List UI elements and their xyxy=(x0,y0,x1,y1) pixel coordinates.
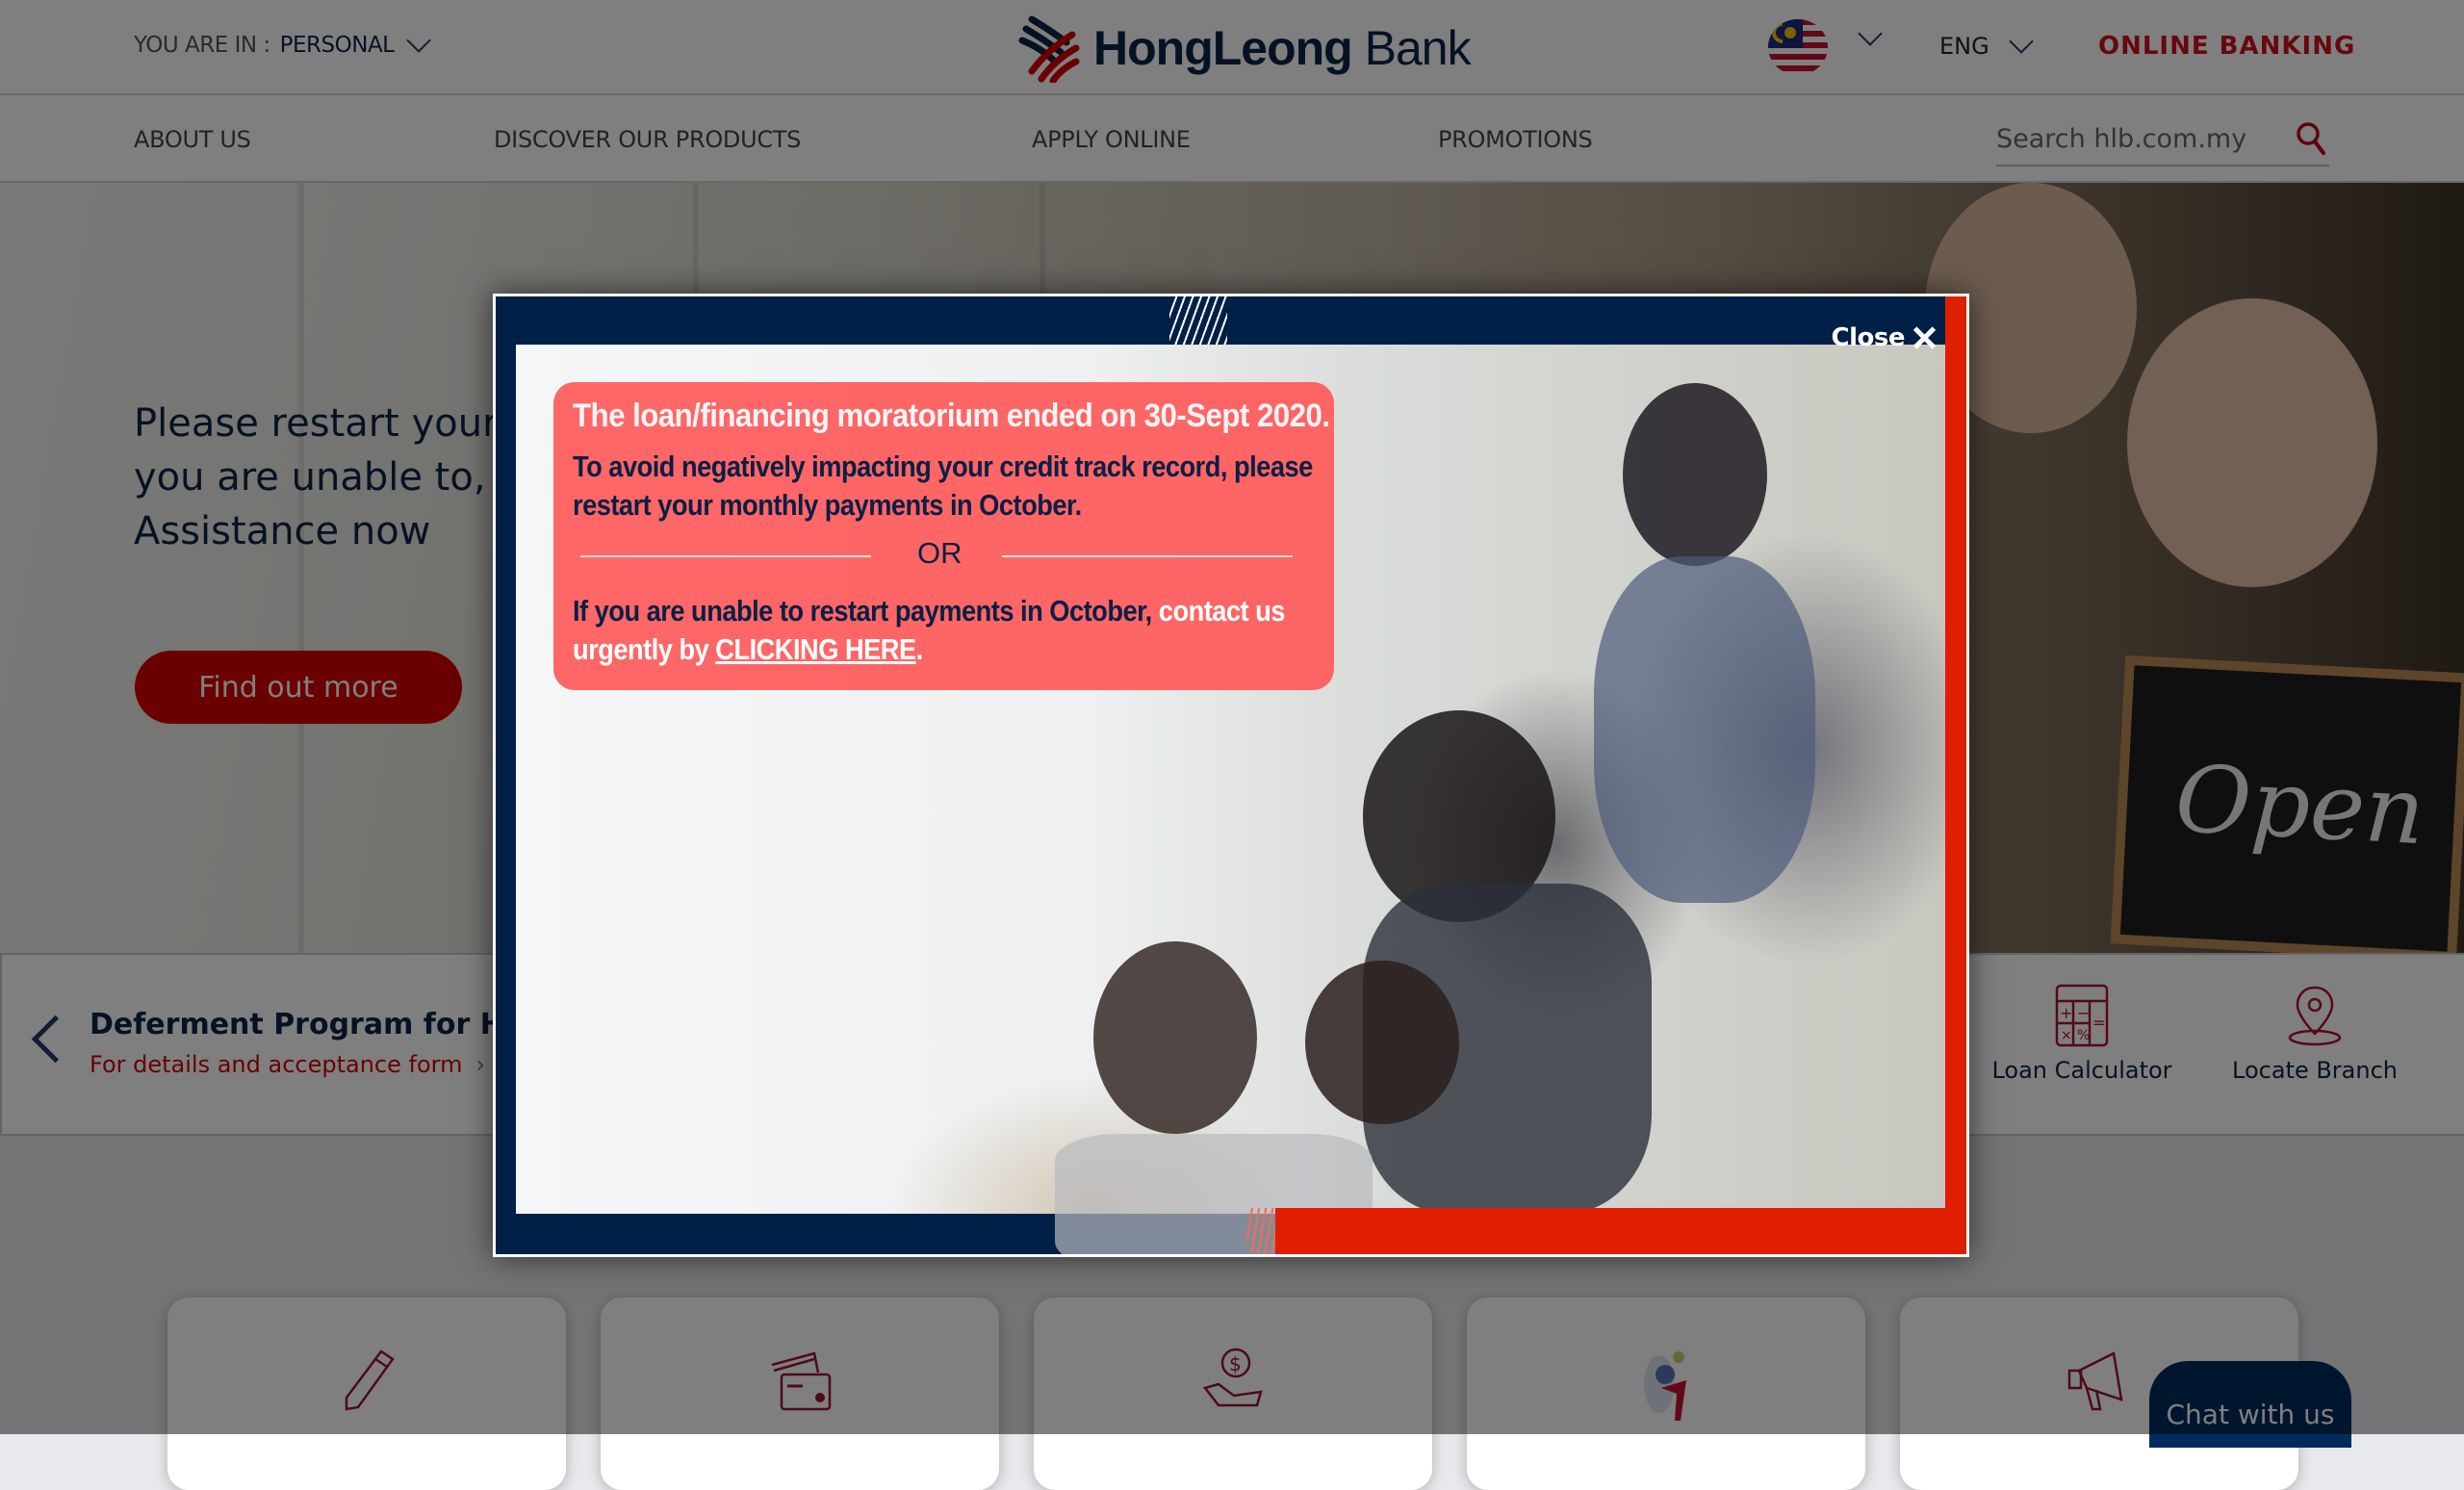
decorative-stripes xyxy=(1169,296,1227,345)
promo-banner[interactable]: The loan/financing moratorium ended on 3… xyxy=(496,296,1966,1254)
red-accent-right xyxy=(1945,296,1966,1254)
moratorium-popup: The loan/financing moratorium ended on 3… xyxy=(493,294,1969,1257)
close-button[interactable]: Close xyxy=(1832,323,1936,352)
or-label: OR xyxy=(917,536,962,570)
clicking-here-link[interactable]: CLICKING HERE xyxy=(715,632,916,666)
close-label: Close xyxy=(1831,323,1906,352)
notice-body-restart: To avoid negatively impacting your credi… xyxy=(573,450,1313,522)
red-accent-bottom xyxy=(1275,1208,1966,1254)
notice-body-contact: If you are unable to restart payments in… xyxy=(573,594,1285,666)
page: YOU ARE IN : PERSONAL HongLeong Bank xyxy=(0,0,2464,1490)
notice-headline: The loan/financing moratorium ended on 3… xyxy=(573,398,1330,434)
or-divider: OR xyxy=(553,536,1334,575)
close-icon xyxy=(1912,326,1936,349)
moratorium-notice: The loan/financing moratorium ended on 3… xyxy=(553,382,1334,690)
